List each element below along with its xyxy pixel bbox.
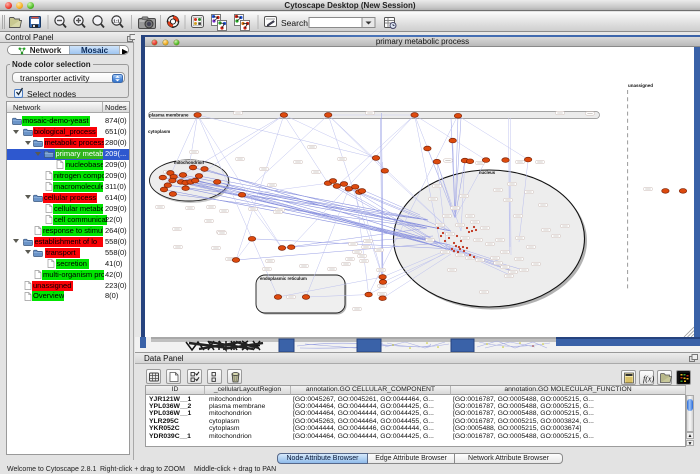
- svg-text:f(x): f(x): [643, 375, 654, 384]
- svg-text:nucleus: nucleus: [479, 170, 496, 175]
- svg-text:1:1: 1:1: [113, 19, 120, 24]
- svg-text:cytoplasm: cytoplasm: [148, 129, 170, 134]
- svg-text:Search:: Search:: [281, 18, 310, 28]
- svg-text:endoplasmic reticulum: endoplasmic reticulum: [260, 276, 307, 281]
- svg-text:plasma membrane: plasma membrane: [149, 113, 189, 118]
- svg-text:unassigned: unassigned: [628, 83, 653, 88]
- svg-text:mitochondrion: mitochondrion: [174, 160, 204, 165]
